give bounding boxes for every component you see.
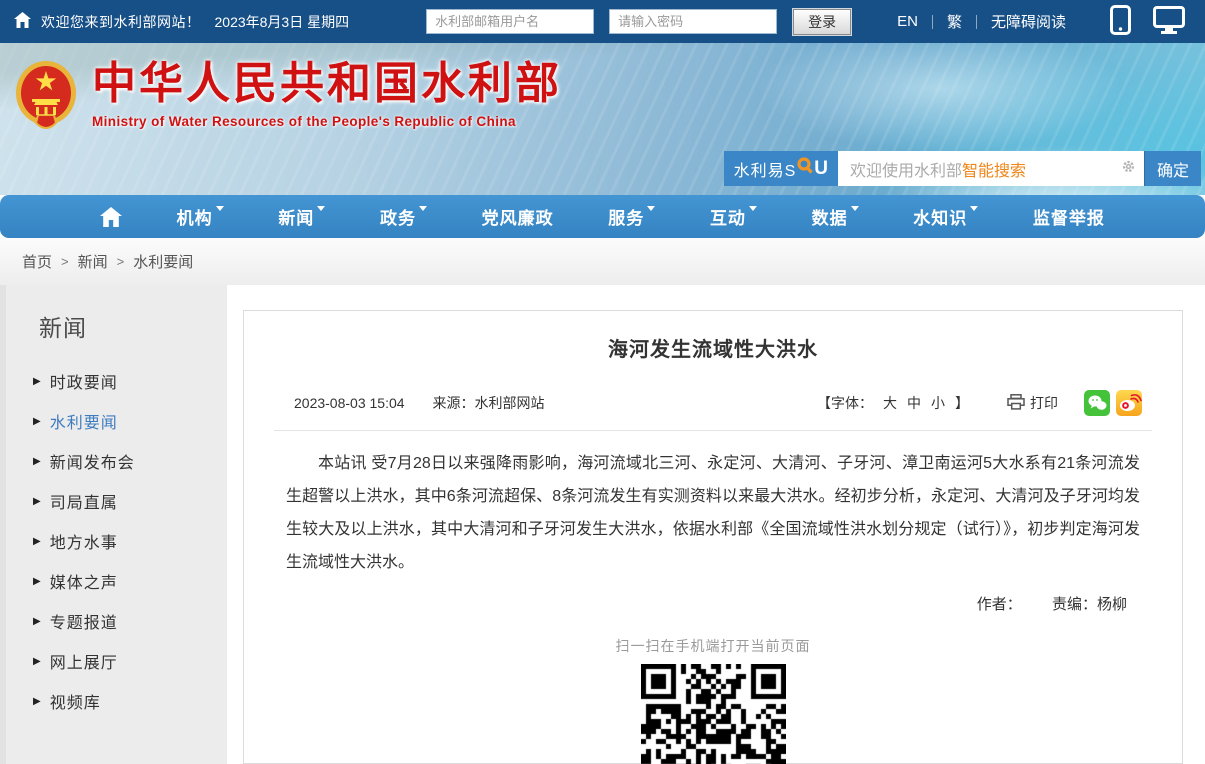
sidebar-item-departments[interactable]: ▶司局直属 <box>33 481 227 521</box>
meta-divider <box>274 430 1152 431</box>
accessibility-link[interactable]: 无障碍阅读 <box>991 11 1066 32</box>
magnifier-icon <box>797 157 813 180</box>
nav-item-services[interactable]: 服务 <box>608 204 655 229</box>
national-emblem-logo <box>14 59 78 136</box>
desktop-icon[interactable] <box>1153 6 1185 37</box>
triangle-icon: ▶ <box>33 656 41 667</box>
sidebar: 新闻 ▶时政要闻 ▶水利要闻 ▶新闻发布会 ▶司局直属 ▶地方水事 ▶媒体之声 … <box>0 285 227 764</box>
sidebar-item-water-news[interactable]: ▶水利要闻 <box>33 401 227 441</box>
search-input[interactable] <box>838 151 1144 186</box>
wechat-share-icon[interactable] <box>1084 390 1110 416</box>
chevron-down-icon <box>419 206 427 211</box>
lang-traditional-link[interactable]: 繁 <box>947 11 962 32</box>
main-area: 海河发生流域性大洪水 2023-08-03 15:04 来源：水利部网站 【字体… <box>227 285 1205 764</box>
nav-item-orgs[interactable]: 机构 <box>177 204 224 229</box>
nav-item-knowledge[interactable]: 水知识 <box>913 204 978 229</box>
search-submit-button[interactable]: 确定 <box>1144 151 1201 186</box>
welcome-text: 欢迎您来到水利部网站！ <box>41 12 201 32</box>
nav-item-party[interactable]: 党风廉政 <box>482 204 554 229</box>
mail-password-input[interactable] <box>609 9 777 34</box>
nav-item-news[interactable]: 新闻 <box>278 204 325 229</box>
header-banner: 中华人民共和国水利部 Ministry of Water Resources o… <box>0 43 1205 195</box>
triangle-icon: ▶ <box>33 576 41 587</box>
article-source: 来源：水利部网站 <box>433 393 545 413</box>
chevron-down-icon <box>970 206 978 211</box>
sidebar-item-video-library[interactable]: ▶视频库 <box>33 681 227 721</box>
gear-icon[interactable] <box>1121 159 1136 179</box>
author-label: 作者： <box>977 596 1022 613</box>
triangle-icon: ▶ <box>33 616 41 627</box>
font-size-control: 【字体： 大 中 小 】 <box>817 393 969 413</box>
sidebar-item-special-reports[interactable]: ▶专题报道 <box>33 601 227 641</box>
divider <box>976 15 977 29</box>
divider <box>932 15 933 29</box>
breadcrumb-home[interactable]: 首页 <box>22 251 52 272</box>
main-nav: 机构 新闻 政务 党风廉政 服务 互动 数据 水知识 监督举报 <box>0 195 1205 238</box>
breadcrumb-current: 水利要闻 <box>133 251 193 272</box>
triangle-icon: ▶ <box>33 416 41 427</box>
nav-item-interact[interactable]: 互动 <box>710 204 757 229</box>
print-button[interactable]: 打印 <box>1007 393 1058 413</box>
qr-code <box>641 664 786 764</box>
sidebar-item-current-affairs[interactable]: ▶时政要闻 <box>33 361 227 401</box>
mail-username-input[interactable] <box>426 9 594 34</box>
nav-home[interactable] <box>100 207 122 227</box>
article-byline: 作者： 责编：杨柳 <box>244 593 1127 614</box>
breadcrumb: 首页 > 新闻 > 水利要闻 <box>0 238 1205 285</box>
editor-label: 责编：杨柳 <box>1052 596 1127 613</box>
article-container: 海河发生流域性大洪水 2023-08-03 15:04 来源：水利部网站 【字体… <box>243 310 1183 764</box>
site-brand: 中华人民共和国水利部 Ministry of Water Resources o… <box>14 59 562 136</box>
sidebar-item-local-water[interactable]: ▶地方水事 <box>33 521 227 561</box>
article-title: 海河发生流域性大洪水 <box>244 333 1182 362</box>
font-medium-button[interactable]: 中 <box>907 393 921 413</box>
triangle-icon: ▶ <box>33 496 41 507</box>
article-meta: 2023-08-03 15:04 来源：水利部网站 【字体： 大 中 小 】 打… <box>294 390 1142 416</box>
home-icon[interactable] <box>14 12 31 31</box>
lang-en-link[interactable]: EN <box>897 13 918 30</box>
sidebar-item-media-voice[interactable]: ▶媒体之声 <box>33 561 227 601</box>
triangle-icon: ▶ <box>33 696 41 707</box>
chevron-down-icon <box>216 206 224 211</box>
mobile-icon[interactable] <box>1110 5 1131 38</box>
sidebar-title: 新闻 <box>39 309 227 343</box>
site-title: 中华人民共和国水利部 <box>92 59 562 110</box>
chevron-down-icon <box>851 206 859 211</box>
chevron-down-icon <box>749 206 757 211</box>
qr-section: 扫一扫在手机端打开当前页面 <box>244 636 1182 764</box>
sidebar-item-online-gallery[interactable]: ▶网上展厅 <box>33 641 227 681</box>
nav-item-data[interactable]: 数据 <box>812 204 859 229</box>
font-large-button[interactable]: 大 <box>883 393 897 413</box>
article-body: 本站讯 受7月28日以来强降雨影响，海河流域北三河、永定河、大清河、子牙河、漳卫… <box>286 447 1140 579</box>
search-brand-label: 水利易SU <box>724 151 838 186</box>
chevron-down-icon <box>317 206 325 211</box>
qr-caption: 扫一扫在手机端打开当前页面 <box>244 636 1182 656</box>
nav-item-supervision[interactable]: 监督举报 <box>1033 204 1105 229</box>
triangle-icon: ▶ <box>33 456 41 467</box>
sidebar-item-press-conference[interactable]: ▶新闻发布会 <box>33 441 227 481</box>
search-bar: 水利易SU 欢迎使用水利部智能搜索 确定 <box>724 151 1201 186</box>
site-subtitle: Ministry of Water Resources of the Peopl… <box>92 114 562 129</box>
font-small-button[interactable]: 小 <box>931 393 945 413</box>
article-datetime: 2023-08-03 15:04 <box>294 395 405 411</box>
current-date: 2023年8月3日 星期四 <box>215 12 350 32</box>
printer-icon <box>1007 394 1025 413</box>
nav-item-govaffairs[interactable]: 政务 <box>380 204 427 229</box>
topbar: 欢迎您来到水利部网站！ 2023年8月3日 星期四 登录 EN 繁 无障碍阅读 <box>0 0 1205 43</box>
triangle-icon: ▶ <box>33 376 41 387</box>
login-button[interactable]: 登录 <box>793 9 851 35</box>
triangle-icon: ▶ <box>33 536 41 547</box>
breadcrumb-news[interactable]: 新闻 <box>78 251 108 272</box>
weibo-share-icon[interactable] <box>1116 390 1142 416</box>
chevron-down-icon <box>647 206 655 211</box>
